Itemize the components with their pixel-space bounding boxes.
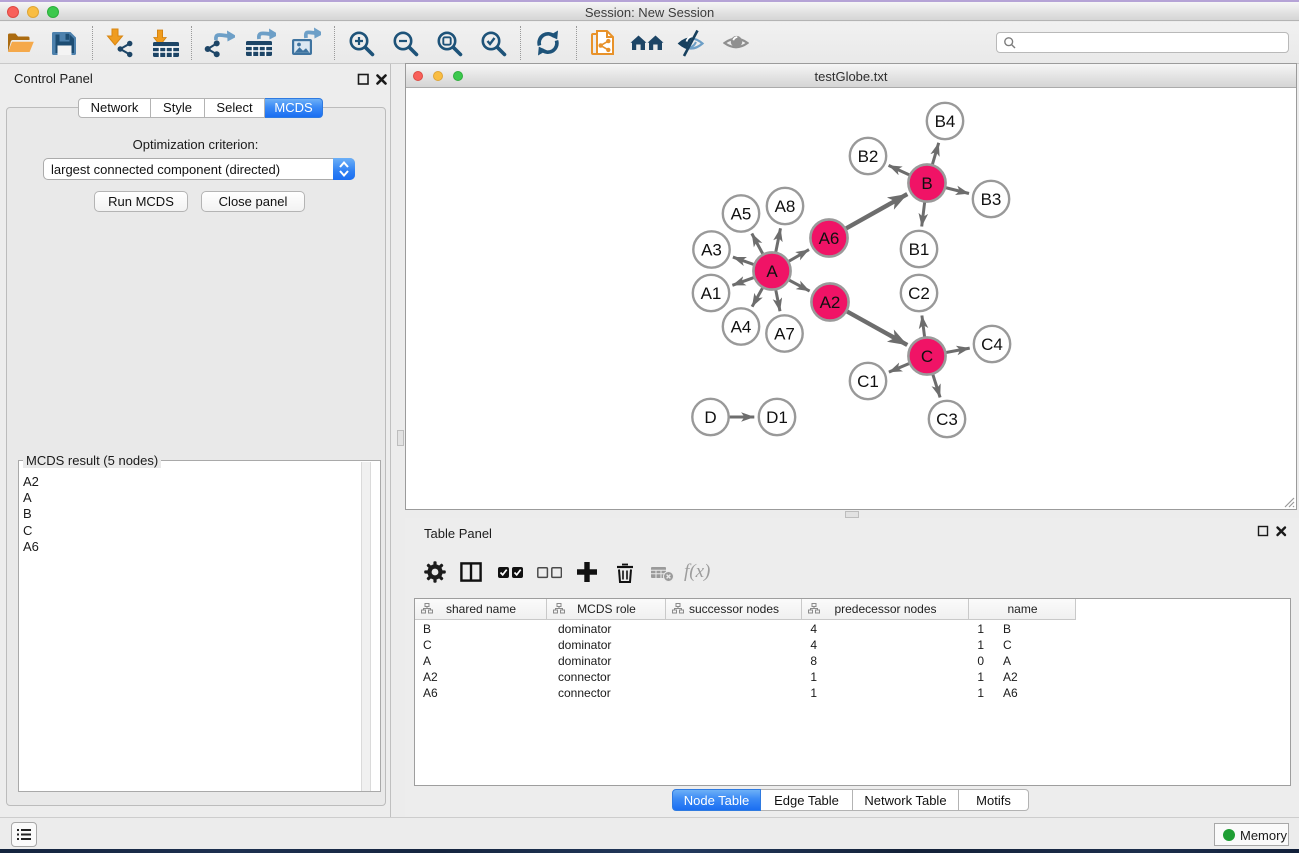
svg-text:D: D — [704, 408, 716, 427]
svg-text:C: C — [921, 347, 933, 366]
svg-text:A6: A6 — [819, 229, 840, 248]
svg-text:A7: A7 — [774, 325, 795, 344]
svg-text:A3: A3 — [701, 241, 722, 260]
svg-text:A8: A8 — [775, 197, 796, 216]
svg-text:A: A — [766, 262, 778, 281]
svg-text:B4: B4 — [935, 112, 956, 131]
svg-text:C3: C3 — [936, 410, 958, 429]
svg-text:A2: A2 — [820, 293, 841, 312]
svg-text:B1: B1 — [909, 240, 930, 259]
svg-text:A1: A1 — [701, 284, 722, 303]
svg-text:B2: B2 — [858, 147, 879, 166]
svg-text:C2: C2 — [908, 284, 930, 303]
svg-text:C1: C1 — [857, 372, 879, 391]
svg-text:C4: C4 — [981, 335, 1003, 354]
svg-text:f(x): f(x) — [684, 561, 710, 582]
svg-text:D1: D1 — [766, 408, 788, 427]
svg-text:A5: A5 — [731, 205, 752, 224]
svg-text:B: B — [921, 174, 932, 193]
svg-text:A4: A4 — [731, 318, 752, 337]
svg-text:B3: B3 — [981, 190, 1002, 209]
